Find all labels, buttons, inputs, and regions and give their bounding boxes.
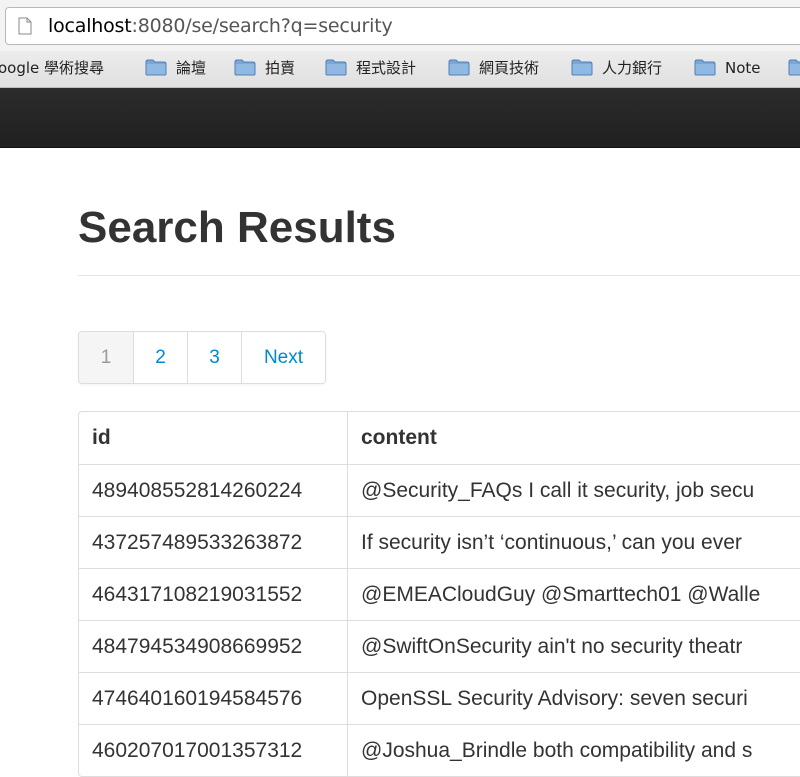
url-field[interactable]: localhost:8080/se/search?q=security (5, 7, 800, 45)
cell-content: @SwiftOnSecurity ain't no security theat… (348, 620, 800, 672)
bookmark-label: 論壇 (176, 59, 207, 77)
url-text: localhost:8080/se/search?q=security (48, 15, 393, 37)
bookmark-folder-forum[interactable]: 論壇 (145, 59, 206, 81)
column-header-id: id (79, 412, 348, 464)
cell-id: 464317108219031552 (79, 568, 348, 620)
table-row: 437257489533263872 If security isn’t ‘co… (79, 516, 800, 568)
folder-icon (788, 59, 800, 76)
site-navbar (0, 88, 800, 148)
bookmark-folder-web-tech[interactable]: 網頁技術 (448, 59, 539, 81)
folder-icon (571, 59, 593, 76)
bookmark-folder-note[interactable]: Note (694, 59, 761, 81)
page-1-link: 1 (79, 332, 134, 383)
page-2-link[interactable]: 2 (134, 332, 188, 383)
bookmark-label: 程式設計 (356, 59, 417, 77)
bookmark-folder-programming[interactable]: 程式設計 (325, 59, 416, 81)
table-row: 460207017001357312 @Joshua_Brindle both … (79, 724, 800, 776)
cell-content: OpenSSL Security Advisory: seven securi (348, 672, 800, 724)
title-divider (78, 275, 800, 276)
table-row: 464317108219031552 @EMEACloudGuy @Smartt… (79, 568, 800, 620)
cell-id: 484794534908669952 (79, 620, 348, 672)
bookmark-folder-overflow[interactable] (788, 59, 800, 81)
pagination: 1 2 3 Next (78, 331, 326, 384)
next-page-link[interactable]: Next (242, 332, 325, 383)
folder-icon (145, 59, 167, 76)
bookmark-folder-job-bank[interactable]: 人力銀行 (571, 59, 662, 81)
url-path: :8080/se/search?q=security (131, 15, 393, 37)
cell-content: @Joshua_Brindle both compatibility and s (348, 724, 800, 776)
folder-icon (694, 59, 716, 76)
table-row: 474640160194584576 OpenSSL Security Advi… (79, 672, 800, 724)
folder-icon (325, 59, 347, 76)
cell-id: 489408552814260224 (79, 464, 348, 516)
cell-content: If security isn’t ‘continuous,’ can you … (348, 516, 800, 568)
cell-content: @Security_FAQs I call it security, job s… (348, 464, 800, 516)
bookmark-label: Note (725, 59, 761, 77)
table-row: 489408552814260224 @Security_FAQs I call… (79, 464, 800, 516)
cell-id: 474640160194584576 (79, 672, 348, 724)
bookmark-label: 人力銀行 (602, 59, 663, 77)
bookmarks-bar: oogle 學術搜尋 論壇 拍賣 程式設計 網頁技術 人力銀行 Note (0, 51, 800, 88)
bookmark-folder-auction[interactable]: 拍賣 (234, 59, 295, 81)
column-header-content: content (361, 426, 437, 449)
page-title: Search Results (78, 203, 396, 252)
cell-id: 460207017001357312 (79, 724, 348, 776)
folder-icon (448, 59, 470, 76)
url-host: localhost (48, 15, 132, 37)
bookmark-google-scholar[interactable]: oogle 學術搜尋 (0, 59, 104, 81)
folder-icon (234, 59, 256, 76)
table-header-row: id content (79, 412, 800, 464)
bookmark-label: 網頁技術 (479, 59, 540, 77)
table-row: 484794534908669952 @SwiftOnSecurity ain'… (79, 620, 800, 672)
bookmark-label: 拍賣 (265, 59, 296, 77)
results-table: id content 489408552814260224 @Security_… (78, 411, 800, 777)
page-icon (18, 17, 32, 35)
page-3-link[interactable]: 3 (188, 332, 242, 383)
bookmark-label: oogle 學術搜尋 (0, 59, 105, 77)
cell-content: @EMEACloudGuy @Smarttech01 @Walle (348, 568, 800, 620)
cell-id: 437257489533263872 (79, 516, 348, 568)
browser-address-bar: localhost:8080/se/search?q=security (0, 0, 800, 51)
